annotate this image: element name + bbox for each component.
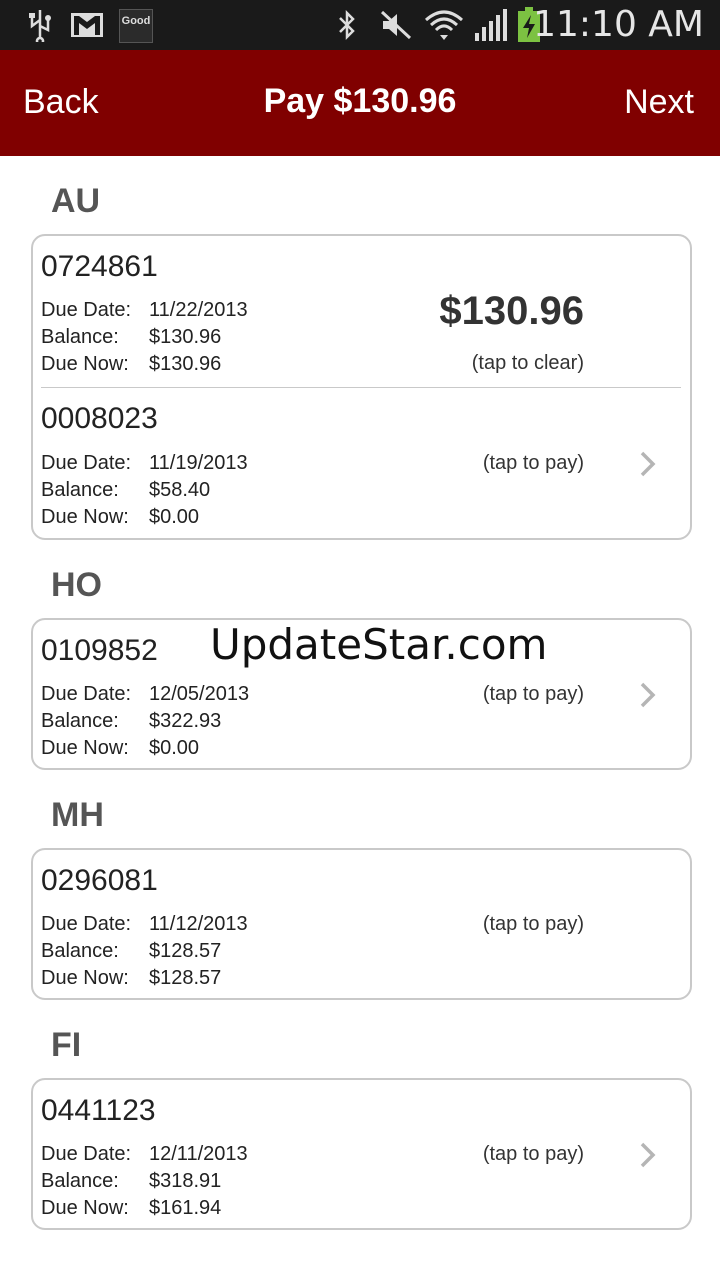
account-number: 0109852 <box>41 634 158 667</box>
status-bar: Good 11:10 AM <box>0 0 720 50</box>
due-now-value: $161.94 <box>149 1197 222 1219</box>
section-card-au: 0724861 Due Date: 11/22/2013 Balance: $1… <box>31 234 692 540</box>
tap-to-pay[interactable]: (tap to pay) <box>483 452 584 475</box>
due-now-label: Due Now: <box>41 353 129 375</box>
watermark: UpdateStar.com <box>210 620 548 669</box>
clock: 11:10 AM <box>533 4 704 45</box>
due-date-value: 11/22/2013 <box>149 299 248 321</box>
due-date-value: 12/11/2013 <box>149 1143 248 1165</box>
balance-label: Balance: <box>41 940 119 962</box>
selected-amount: $130.96 <box>439 289 584 333</box>
due-date-value: 12/05/2013 <box>149 683 250 705</box>
tap-to-pay[interactable]: (tap to pay) <box>483 913 584 936</box>
balance-value: $58.40 <box>149 479 211 501</box>
tap-to-clear[interactable]: (tap to clear) <box>472 352 584 375</box>
balance-value: $130.96 <box>149 326 222 348</box>
page-title: Pay $130.96 <box>263 82 457 120</box>
due-date-label: Due Date: <box>41 1143 132 1165</box>
section-title-mh: MH <box>51 796 104 834</box>
app-header: Back Pay $130.96 Next <box>0 50 720 156</box>
balance-label: Balance: <box>41 710 119 732</box>
section-title-fi: FI <box>51 1026 82 1064</box>
tap-to-pay[interactable]: (tap to pay) <box>483 683 584 706</box>
section-card-fi: 0441123 Due Date: 12/11/2013 Balance: $3… <box>31 1078 692 1230</box>
mute-icon <box>378 8 414 42</box>
section-title-au: AU <box>51 182 101 220</box>
due-now-value: $130.96 <box>149 353 222 375</box>
due-now-value: $128.57 <box>149 967 222 989</box>
balance-label: Balance: <box>41 326 119 348</box>
account-number: 0724861 <box>41 250 158 283</box>
due-now-label: Due Now: <box>41 1197 129 1219</box>
account-row[interactable]: 0008023 Due Date: 11/19/2013 Balance: $5… <box>33 388 690 536</box>
chevron-right-icon <box>637 681 659 714</box>
account-row[interactable]: 0296081 Due Date: 11/12/2013 Balance: $1… <box>33 850 690 998</box>
balance-value: $322.93 <box>149 710 222 732</box>
usb-icon <box>26 8 54 42</box>
chevron-right-icon <box>637 450 659 483</box>
section-title-ho: HO <box>51 566 102 604</box>
balance-label: Balance: <box>41 1170 119 1192</box>
tap-to-pay[interactable]: (tap to pay) <box>483 1143 584 1166</box>
bluetooth-icon <box>334 8 360 42</box>
due-date-value: 11/19/2013 <box>149 452 248 474</box>
balance-label: Balance: <box>41 479 119 501</box>
chevron-right-icon <box>637 1141 659 1174</box>
account-row[interactable]: 0724861 Due Date: 11/22/2013 Balance: $1… <box>33 236 690 388</box>
account-row[interactable]: 0441123 Due Date: 12/11/2013 Balance: $3… <box>33 1080 690 1228</box>
due-date-label: Due Date: <box>41 683 132 705</box>
account-number: 0008023 <box>41 402 158 435</box>
due-now-label: Due Now: <box>41 506 129 528</box>
due-now-label: Due Now: <box>41 967 129 989</box>
due-date-label: Due Date: <box>41 299 132 321</box>
due-date-value: 11/12/2013 <box>149 913 248 935</box>
gmail-icon <box>70 8 104 42</box>
section-card-mh: 0296081 Due Date: 11/12/2013 Balance: $1… <box>31 848 692 1000</box>
wifi-icon <box>424 8 464 42</box>
signal-icon <box>472 8 510 42</box>
due-date-label: Due Date: <box>41 452 132 474</box>
due-date-label: Due Date: <box>41 913 132 935</box>
next-button[interactable]: Next <box>624 83 694 122</box>
good-icon: Good <box>119 9 153 43</box>
account-number: 0441123 <box>41 1094 156 1127</box>
due-now-value: $0.00 <box>149 737 200 759</box>
due-now-label: Due Now: <box>41 737 129 759</box>
due-now-value: $0.00 <box>149 506 200 528</box>
balance-value: $318.91 <box>149 1170 222 1192</box>
account-number: 0296081 <box>41 864 158 897</box>
balance-value: $128.57 <box>149 940 222 962</box>
